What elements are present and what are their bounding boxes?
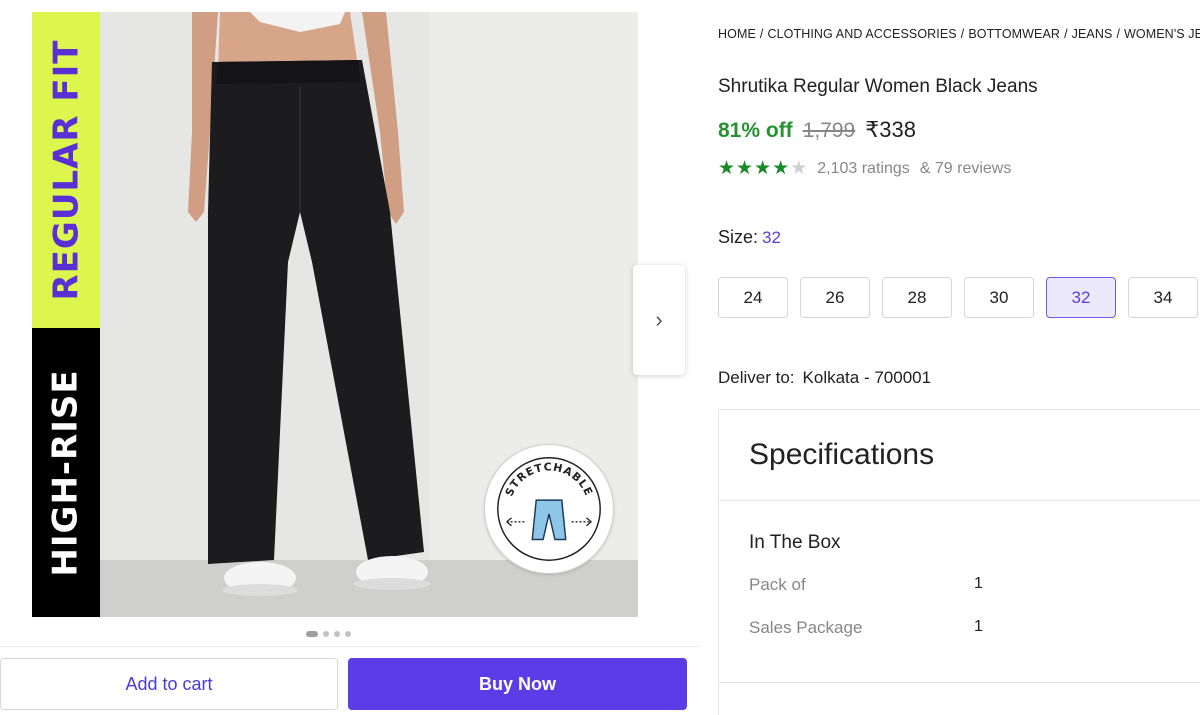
- star-icon: ★: [754, 158, 772, 179]
- star-icon: ★: [718, 158, 736, 179]
- size-option-26[interactable]: 26: [800, 277, 870, 318]
- deliver-location-value: Kolkata - 700001: [802, 368, 932, 387]
- action-bar-divider: [0, 646, 700, 647]
- selected-size: 32: [762, 228, 781, 247]
- high-rise-label: HIGH-RISE: [46, 368, 86, 577]
- spec-value: 1: [974, 575, 983, 592]
- chevron-right-icon[interactable]: ›: [633, 265, 685, 375]
- size-option-24[interactable]: 24: [718, 277, 788, 318]
- size-option-30[interactable]: 30: [964, 277, 1034, 318]
- specifications-card: Specifications In The Box Pack of 1 Sale…: [718, 409, 1200, 715]
- rating-stars: ★ ★ ★ ★ ★: [718, 159, 807, 178]
- size-option-34[interactable]: 34: [1128, 277, 1198, 318]
- spec-key: Pack of: [749, 575, 806, 594]
- product-image-gallery[interactable]: REGULAR FIT HIGH-RISE STRETCHABLE: [32, 12, 638, 617]
- star-icon: ★: [736, 158, 754, 179]
- gallery-dot-4[interactable]: [345, 631, 351, 637]
- breadcrumb-bottomwear[interactable]: BOTTOMWEAR: [968, 27, 1060, 41]
- discount-label: 81% off: [718, 119, 793, 142]
- delivery-location[interactable]: Deliver to: Kolkata - 700001: [718, 368, 931, 388]
- reviews-count[interactable]: & 79 reviews: [920, 160, 1012, 178]
- breadcrumb-home[interactable]: HOME: [718, 27, 756, 41]
- regular-fit-band: REGULAR FIT: [32, 12, 100, 328]
- spec-row: Pack of 1: [749, 575, 983, 595]
- product-title: Shrutika Regular Women Black Jeans: [718, 76, 1038, 97]
- add-to-cart-button[interactable]: Add to cart: [0, 658, 338, 710]
- in-the-box-heading: In The Box: [749, 532, 841, 553]
- high-rise-band: HIGH-RISE: [32, 328, 100, 617]
- gallery-dot-2[interactable]: [323, 631, 329, 637]
- rating-row: ★ ★ ★ ★ ★ 2,103 ratings & 79 reviews: [718, 159, 1011, 178]
- gallery-dot-1[interactable]: [306, 631, 318, 637]
- breadcrumb-clothing[interactable]: CLOTHING AND ACCESSORIES: [767, 27, 956, 41]
- buy-now-button[interactable]: Buy Now: [348, 658, 687, 710]
- gallery-dot-3[interactable]: [334, 631, 340, 637]
- size-option-28[interactable]: 28: [882, 277, 952, 318]
- size-label: Size: 32: [718, 227, 781, 248]
- size-option-32[interactable]: 32: [1046, 277, 1116, 318]
- stretchable-badge: STRETCHABLE: [484, 444, 614, 574]
- spec-row: Sales Package 1: [749, 618, 983, 638]
- spec-key: Sales Package: [749, 618, 863, 637]
- breadcrumb-jeans[interactable]: JEANS: [1072, 27, 1113, 41]
- deliver-to-label: Deliver to:: [718, 368, 795, 387]
- size-label-text: Size:: [718, 227, 759, 247]
- star-empty-icon: ★: [790, 158, 808, 179]
- size-options: 24 26 28 30 32 34: [718, 277, 1198, 318]
- breadcrumb-womens-jeans[interactable]: WOMEN'S JEA: [1124, 27, 1200, 41]
- spec-value: 1: [974, 618, 983, 635]
- selling-price: ₹338: [865, 117, 916, 142]
- regular-fit-label: REGULAR FIT: [46, 39, 86, 301]
- stretchable-text: STRETCHABLE: [503, 461, 595, 499]
- original-price: 1,799: [802, 119, 856, 142]
- price-row: 81% off 1,799 ₹338: [718, 117, 916, 143]
- specifications-heading: Specifications: [719, 410, 1200, 501]
- star-icon: ★: [772, 158, 790, 179]
- breadcrumb: HOME / CLOTHING AND ACCESSORIES / BOTTOMWEAR…: [718, 27, 1200, 41]
- gallery-pagination-dots: [306, 631, 351, 637]
- ratings-count[interactable]: 2,103 ratings: [817, 160, 910, 178]
- spec-divider: [719, 682, 1200, 683]
- svg-text:STRETCHABLE: STRETCHABLE: [503, 461, 596, 499]
